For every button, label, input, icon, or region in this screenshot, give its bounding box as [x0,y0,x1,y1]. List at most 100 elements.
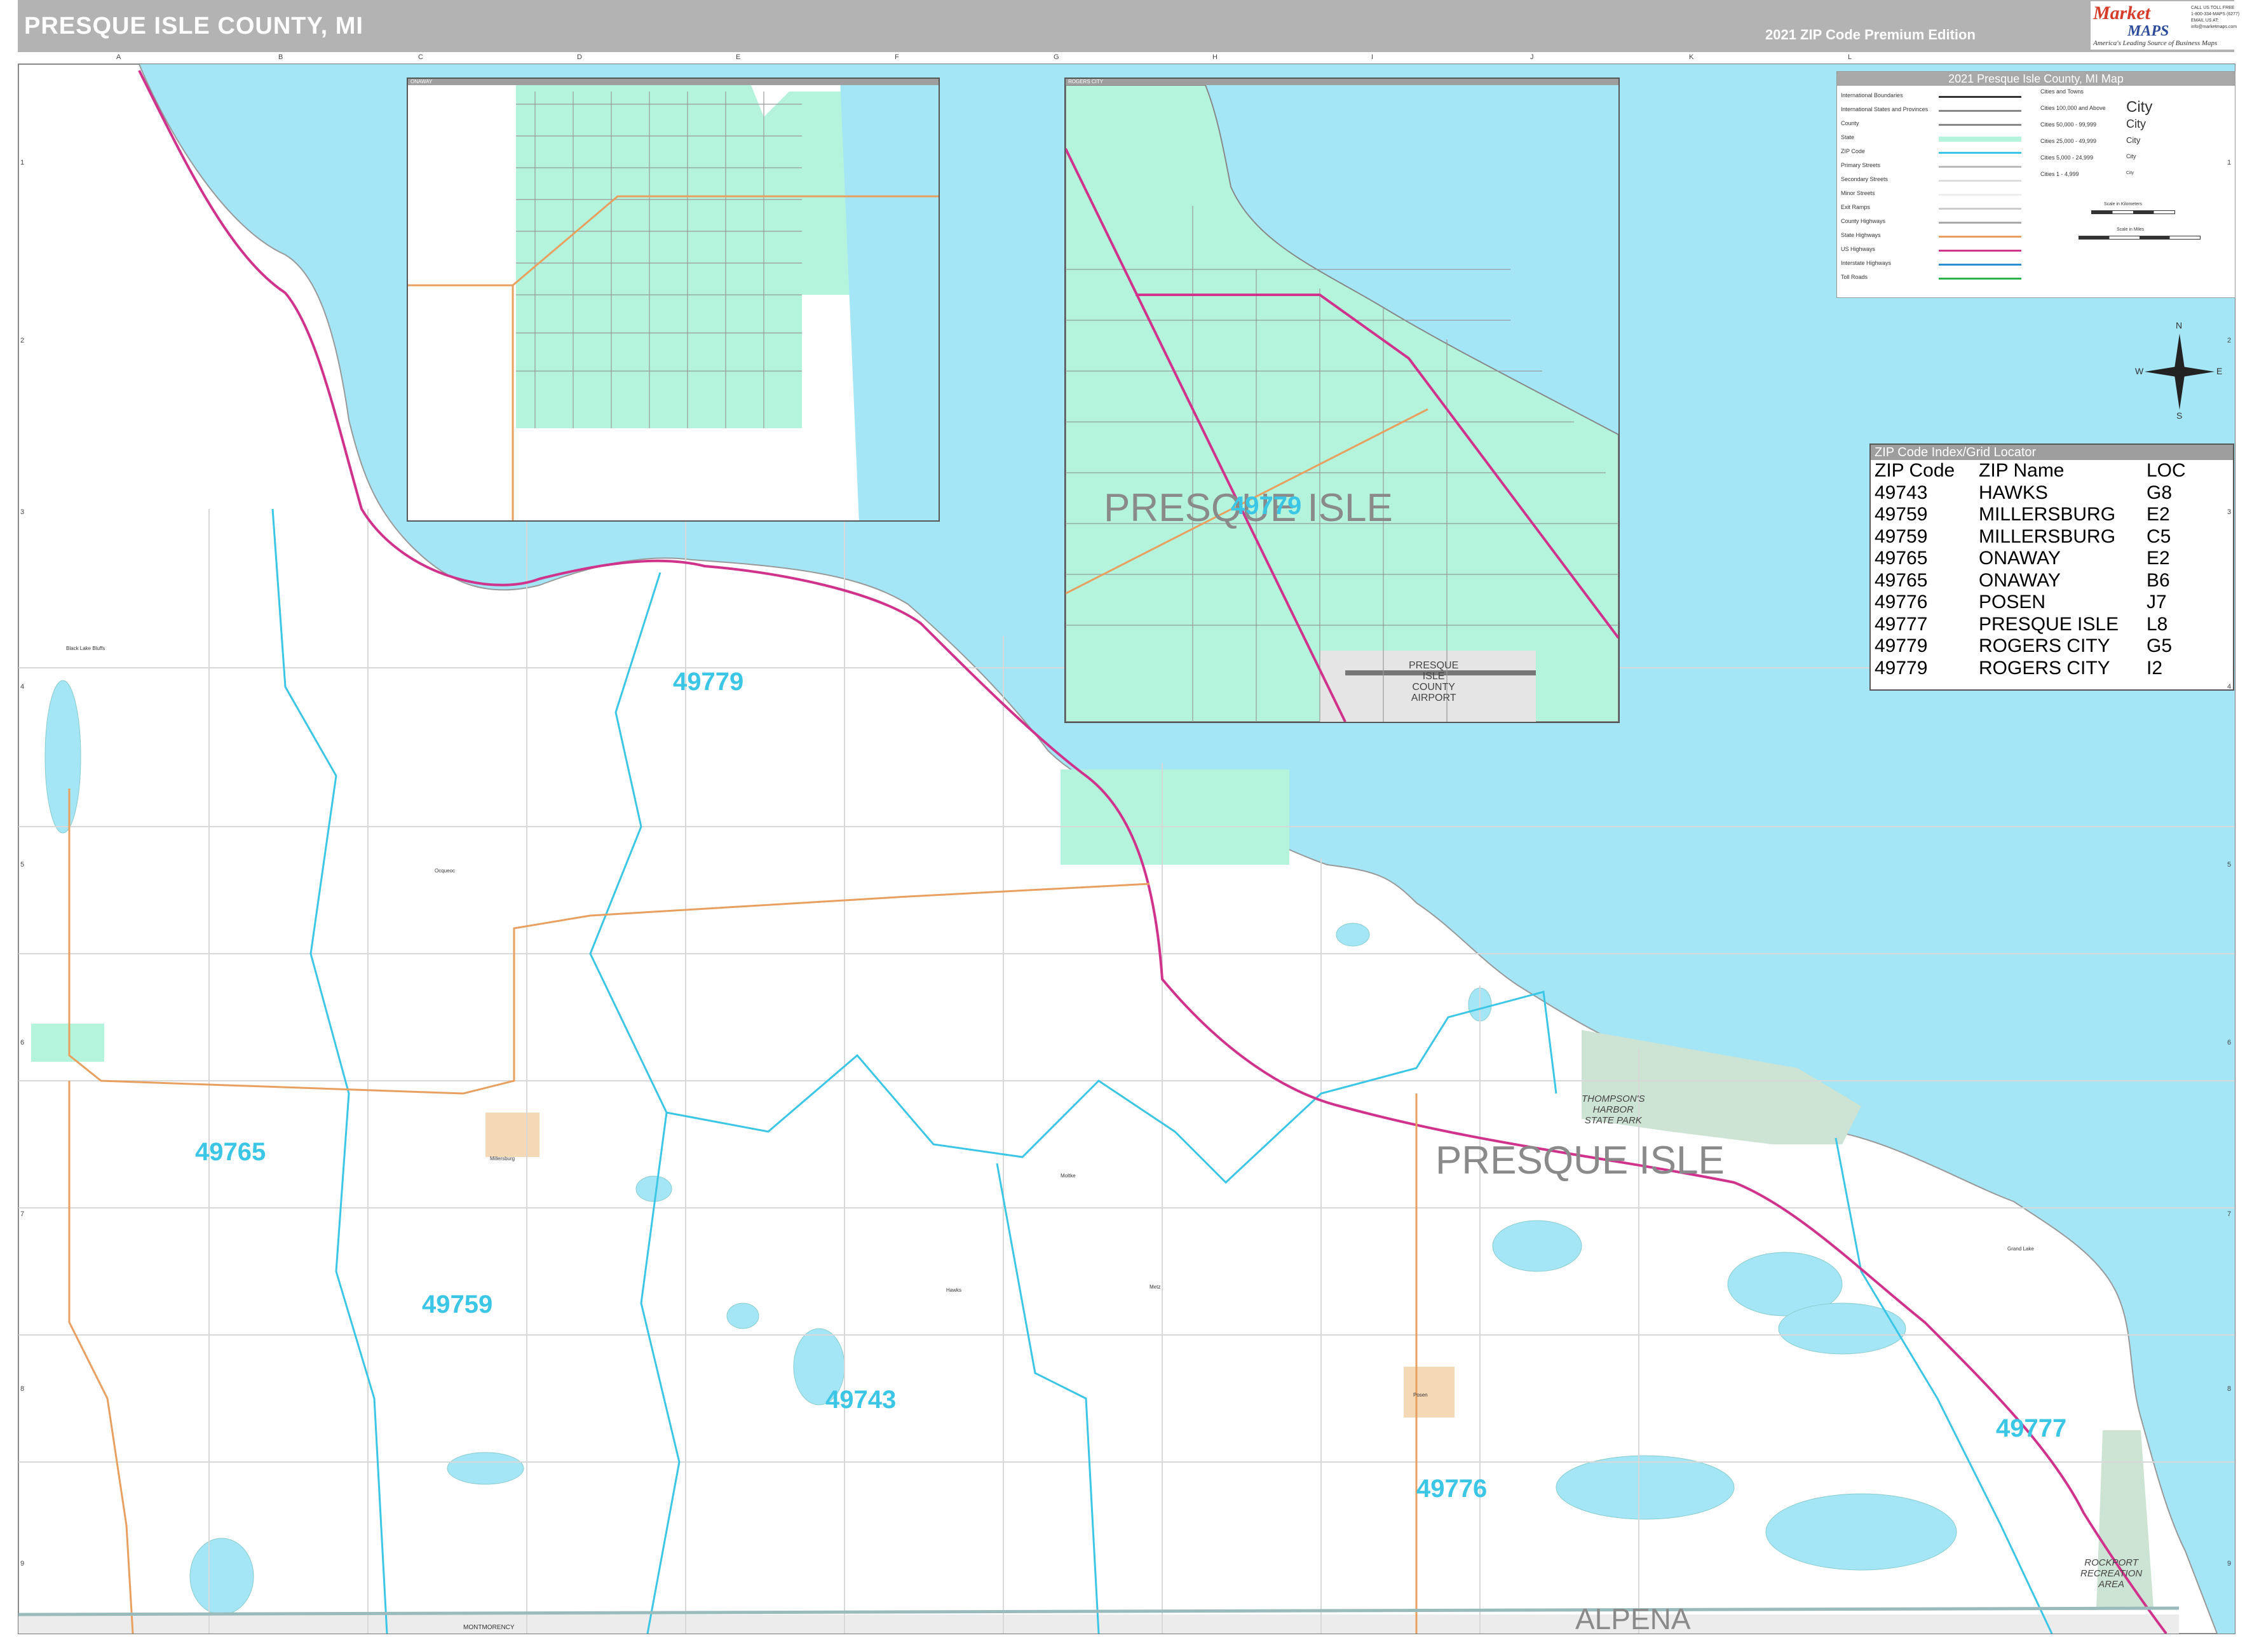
legend-swatch [1939,250,2021,252]
zip-index-loc: E2 [2147,504,2170,525]
grid-row-7-right: 7 [2227,1210,2232,1218]
zip-label-49759[interactable]: 49759 [422,1290,492,1319]
legend-city-mark-5: City [2126,171,2134,175]
town-label-millersburg: Millersburg [490,1156,515,1161]
zip-index-col-loc: LOC [2147,460,2186,481]
county-label-montmorency: MONTMORENCY [463,1624,515,1631]
grid-col-g: G [1054,53,1059,61]
grid-row-3: 3 [20,508,25,516]
grid-row-6-right: 6 [2227,1039,2232,1046]
zip-index-row[interactable]: 49776 POSEN J7 [1875,592,2186,614]
legend-city-mark-1: City [2126,98,2153,116]
onaway-city-area [31,1024,104,1062]
county-label-presque-isle: PRESQUE ISLE [1435,1139,1725,1182]
zip-index-name: ONAWAY [1979,548,2061,569]
town-label-black-lake-bluffs: Black Lake Bluffs [66,646,105,651]
grid-row-9: 9 [20,1560,25,1567]
legend-item-minor-streets: Minor Streets [1841,190,1875,196]
legend-swatch [1939,124,2021,126]
zip-index-row[interactable]: 49779 ROGERS CITY G5 [1875,635,2186,658]
zip-index-row[interactable]: 49759 MILLERSBURG E2 [1875,504,2186,526]
grid-col-d: D [577,53,582,61]
zip-index-loc: B6 [2147,569,2170,591]
edition-label: 2021 ZIP Code Premium Edition [1765,27,1976,43]
zip-index-name: POSEN [1979,592,2046,613]
zip-index-loc: E2 [2147,548,2170,569]
grid-col-c: C [418,53,423,61]
zip-index-zip: 49779 [1875,635,1928,656]
legend-swatch [1939,264,2021,266]
legend-scale-km-label: Scale in Kilometers [2104,202,2142,207]
legend-swatch [1939,110,2021,112]
zip-index-loc: I2 [2147,657,2163,679]
inset-onaway[interactable]: ONAWAY [407,78,940,522]
legend-item-primary-streets: Primary Streets [1841,162,1881,168]
legend-item-interstate-highways: Interstate Highways [1841,260,1892,266]
legend-swatch [1939,222,2021,224]
logo-tagline: America's Leading Source of Business Map… [2093,39,2218,47]
legend-scale-km-bar [2091,210,2175,214]
zip-index-zip: 49765 [1875,548,1928,569]
town-label-moltke: Moltke [1061,1173,1076,1179]
zip-label-49779[interactable]: 49779 [673,668,743,696]
legend-cities-heading: Cities and Towns [2040,88,2084,95]
header-bar: PRESQUE ISLE COUNTY, MI 2021 ZIP Code Pr… [18,0,2239,52]
map-legend: 2021 Presque Isle County, MI Map Interna… [1836,71,2235,298]
legend-city-mark-2: City [2126,118,2146,130]
inset-onaway-map [408,79,939,520]
zip-index-row[interactable]: 49779 ROGERS CITY I2 [1875,658,2186,680]
legend-swatch [1939,96,2021,98]
inset-zip-label-49779[interactable]: 49779 [1231,492,1301,520]
grid-row-1-right: 1 [2227,159,2232,166]
grid-col-j: J [1530,53,1534,61]
zip-index-zip: 49759 [1875,504,1928,525]
grid-row-1: 1 [20,159,25,166]
inset-onaway-title: ONAWAY [408,79,939,85]
zip-index-name: MILLERSBURG [1979,525,2116,547]
grid-ruler-top: A B C D E F G H I J K L [18,53,2234,62]
legend-city-mark-4: City [2126,153,2136,159]
zip-index-row[interactable]: 49777 PRESQUE ISLE L8 [1875,614,2186,636]
posen-town-area [1404,1367,1455,1418]
legend-swatch [1939,236,2021,238]
legend-title: 2021 Presque Isle County, MI Map [1837,72,2235,86]
zip-label-49776[interactable]: 49776 [1416,1475,1487,1503]
zip-index-row[interactable]: 49765 ONAWAY E2 [1875,548,2186,570]
zip-index-loc: J7 [2147,592,2167,613]
zip-label-49765[interactable]: 49765 [195,1138,266,1167]
zip-index-loc: G8 [2147,482,2173,503]
zip-label-49743[interactable]: 49743 [825,1386,896,1414]
grid-col-i: I [1371,53,1374,61]
zip-index-row[interactable]: 49759 MILLERSBURG C5 [1875,526,2186,548]
grid-row-2-right: 2 [2227,337,2232,344]
legend-scale-mi-label: Scale in Miles [2117,227,2145,232]
zip-index-name: ROGERS CITY [1979,657,2110,679]
logo-text-market: Market [2093,3,2150,24]
grid-row-6: 6 [20,1039,25,1046]
zip-label-49777[interactable]: 49777 [1996,1414,2066,1443]
town-label-ocqueoc: Ocqueoc [435,868,456,874]
legend-swatch [1939,278,2021,280]
legend-scale-mi-bar [2079,236,2201,240]
zip-index-name: MILLERSBURG [1979,504,2116,525]
legend-city-class-5: Cities 1 - 4,999 [2040,171,2079,177]
legend-item-intl-states: International States and Provinces [1841,106,1929,112]
legend-swatch [1939,208,2021,210]
grid-row-5: 5 [20,861,25,869]
legend-item-county: County [1841,120,1859,126]
legend-item-county-highways: County Highways [1841,218,1886,224]
zip-index-row[interactable]: 49743 HAWKS G8 [1875,482,2186,504]
legend-city-class-2: Cities 50,000 - 99,999 [2040,121,2097,128]
zip-index-row[interactable]: 49765 ONAWAY B6 [1875,570,2186,592]
grid-row-2: 2 [20,337,25,344]
map-title: PRESQUE ISLE COUNTY, MI [24,13,363,39]
town-label-posen: Posen [1413,1392,1428,1398]
inset-rogers-city[interactable]: ROGERS CITY PRESQUE ISLE 49779 PRESQUE I… [1064,78,1620,723]
legend-item-secondary-streets: Secondary Streets [1841,176,1889,182]
zip-index-name: ONAWAY [1979,569,2061,591]
legend-item-toll-roads: Toll Roads [1841,274,1868,280]
legend-city-class-1: Cities 100,000 and Above [2040,105,2106,111]
publisher-logo[interactable]: Market MAPS America's Leading Source of … [2091,1,2239,50]
zip-index-zip: 49777 [1875,613,1928,635]
legend-swatch [1939,194,2021,196]
